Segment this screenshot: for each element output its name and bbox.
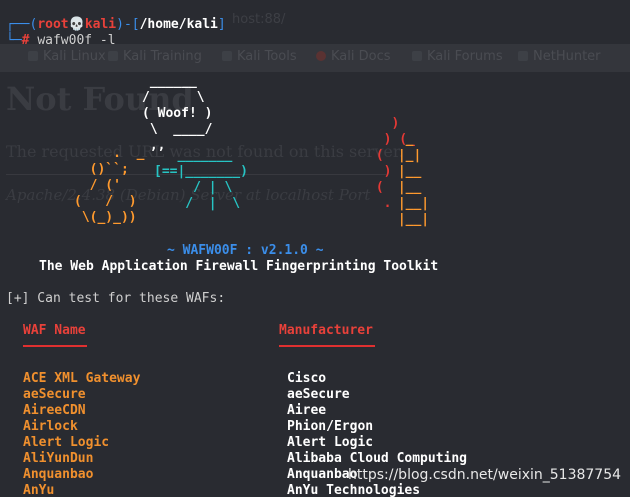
waf-row-manufacturer: Cisco [287,371,327,386]
intro-text: [+] Can test for these WAFs: [6,291,226,306]
prompt-line: ┌──(root💀kali)-[/home/kali] [6,17,226,33]
prompt-hash: # [21,33,30,48]
manufacturer-header: Manufacturer [279,323,373,338]
woof-bubble-art: ______ / \ ( Woof! ) \ ____/ ,, [142,74,213,153]
waf-row-name: Airlock [23,419,78,434]
ghost-bookmark-icon [108,51,118,61]
prompt-corner: └─ [6,33,22,48]
waf-row-name: AireeCDN [23,403,86,418]
ladder-art: _ |_| |__ |__ |__| |__| [397,132,430,227]
prompt-bracket: )-[ [116,17,140,32]
waf-row-manufacturer: Airee [287,403,327,418]
prompt-bracket-close: ] [217,17,226,32]
waf-row-name: AliYunDun [23,451,94,466]
terminal-window: host:88/ Kali Linux Kali Training Kali T… [0,0,630,497]
banner-title: ~ WAFW00F : v2.1.0 ~ [167,243,324,258]
csdn-watermark: https://blog.csdn.net/weixin_51387754 [348,467,622,483]
ghost-bookmark-icon [518,51,528,61]
ghost-bookmark-kali-forums: Kali Forums [412,49,503,64]
waf-row-manufacturer: Alibaba Cloud Computing [287,451,468,466]
ghost-bookmark-kali-tools: Kali Tools [222,49,297,64]
ghost-bookmark-icon [28,51,38,61]
ghost-bookmark-kali-linux: Kali Linux [28,49,106,64]
waf-row-name: aeSecure [23,387,86,402]
waf-row-manufacturer: Alert Logic [287,435,374,450]
ghost-browser-title: host:88/ [232,12,286,27]
waf-name-header: WAF Name [23,323,86,338]
ghost-bookmark-icon [412,51,422,61]
manufacturer-underline [279,345,375,347]
skull-icon: 💀 [68,17,85,32]
camera-art: _______ [==|_______) / | \ / | \ [154,148,248,211]
waf-row-name: ACE XML Gateway [23,371,141,386]
waf-row-name: Anquanbao [23,467,94,482]
ghost-bookmark-icon [316,51,326,61]
ghost-bookmark-icon [222,51,232,61]
waf-row-manufacturer: Anquanbao [287,467,358,482]
waf-row-name: Alert Logic [23,435,110,450]
waf-row-name: AnYu [23,483,55,497]
waf-row-manufacturer: aeSecure [287,387,350,402]
waf-row-manufacturer: AnYu Technologies [287,483,421,497]
prompt-user: root [37,17,69,32]
command-line[interactable]: └─# wafw00f -l [6,33,116,49]
waf-row-manufacturer: Phion/Ergon [287,419,374,434]
ghost-bookmark-kali-docs: Kali Docs [316,49,391,64]
dog-art: . _ ()``; / (' ( / ) \(_)_)) [74,146,145,225]
banner-tagline: The Web Application Firewall Fingerprint… [39,259,439,274]
ghost-bookmark-nethunter: NetHunter [518,49,601,64]
command-text: wafw00f -l [37,33,116,48]
waf-name-underline [23,345,87,347]
ghost-bookmark-kali-training: Kali Training [108,49,202,64]
prompt-box-open: ┌──( [6,17,38,32]
prompt-path: /home/kali [139,17,218,32]
prompt-host: kali [84,17,117,32]
